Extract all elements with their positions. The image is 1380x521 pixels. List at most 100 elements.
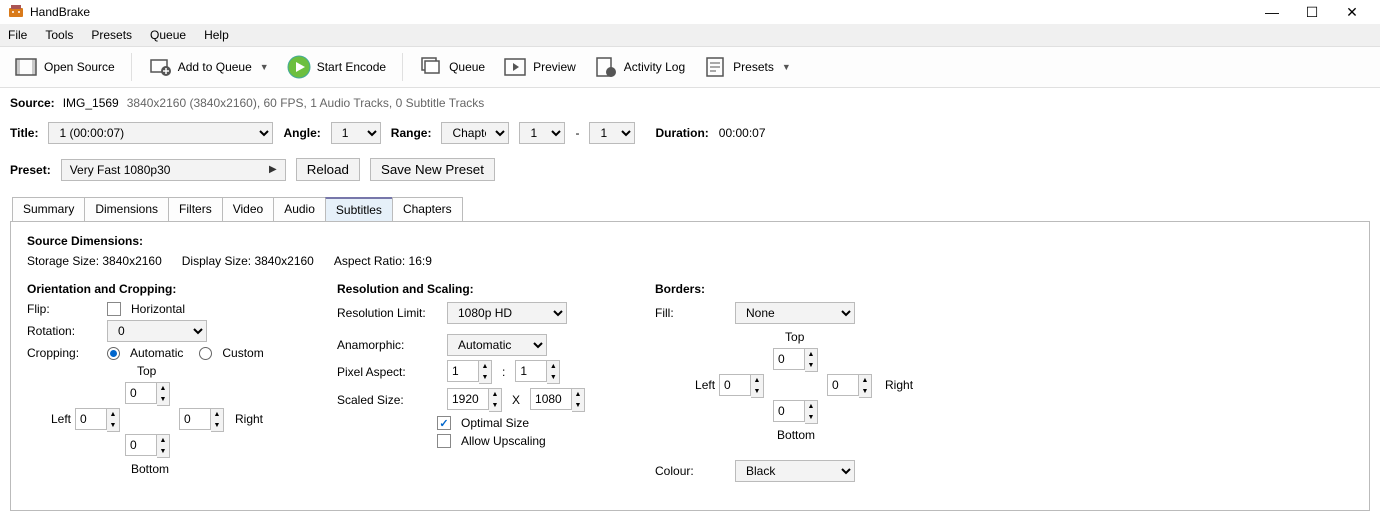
tab-dimensions[interactable]: Dimensions [84, 197, 169, 221]
range-dash: - [575, 126, 579, 140]
tabs: Summary Dimensions Filters Video Audio S… [0, 197, 1380, 221]
close-button[interactable]: ✕ [1342, 4, 1362, 21]
border-bottom-label: Bottom [777, 428, 815, 442]
allow-upscaling-label: Allow Upscaling [461, 434, 546, 448]
anamorphic-label: Anamorphic: [337, 338, 437, 352]
menu-tools[interactable]: Tools [45, 28, 73, 42]
film-icon [14, 55, 38, 79]
chevron-down-icon[interactable]: ▼ [782, 62, 791, 72]
menubar: File Tools Presets Queue Help [0, 24, 1380, 47]
source-info: Source: IMG_1569 3840x2160 (3840x2160), … [0, 88, 1380, 118]
border-bottom-input[interactable]: ▲▼ [773, 400, 818, 424]
range-label: Range: [391, 126, 432, 140]
border-top-input[interactable]: ▲▼ [773, 348, 818, 372]
storage-size: Storage Size: 3840x2160 [27, 254, 162, 268]
preview-icon [503, 55, 527, 79]
log-icon [594, 55, 618, 79]
source-label: Source: [10, 96, 55, 110]
presets-button[interactable]: Presets ▼ [697, 53, 797, 81]
cropping-label: Cropping: [27, 346, 97, 360]
crop-bottom-input[interactable]: ▲▼ [125, 434, 170, 458]
scaled-width-input[interactable]: ▲▼ [447, 388, 502, 412]
menu-file[interactable]: File [8, 28, 27, 42]
minimize-button[interactable]: — [1262, 4, 1282, 21]
menu-queue[interactable]: Queue [150, 28, 186, 42]
preset-label: Preset: [10, 163, 51, 177]
title-label: Title: [10, 126, 38, 140]
cropping-custom-radio[interactable] [199, 347, 212, 360]
pixel-aspect-x-input[interactable]: ▲▼ [447, 360, 492, 384]
add-queue-icon [148, 55, 172, 79]
presets-icon [703, 55, 727, 79]
res-limit-select[interactable]: 1080p HD [447, 302, 567, 324]
border-right-label: Right [885, 378, 913, 392]
menu-presets[interactable]: Presets [91, 28, 132, 42]
angle-select[interactable]: 1 [331, 122, 381, 144]
scaled-size-label: Scaled Size: [337, 393, 437, 407]
add-to-queue-button[interactable]: Add to Queue ▼ [142, 53, 275, 81]
tab-summary[interactable]: Summary [12, 197, 85, 221]
range-type-select[interactable]: Chapters [441, 122, 509, 144]
border-left-input[interactable]: ▲▼ [719, 374, 764, 398]
app-icon [8, 4, 24, 20]
crop-top-input[interactable]: ▲▼ [125, 382, 170, 406]
optimal-size-label: Optimal Size [461, 416, 529, 430]
title-select[interactable]: 1 (00:00:07) [48, 122, 273, 144]
menu-help[interactable]: Help [204, 28, 229, 42]
range-from-select[interactable]: 1 [519, 122, 565, 144]
colour-label: Colour: [655, 464, 725, 478]
display-size: Display Size: 3840x2160 [182, 254, 314, 268]
open-source-button[interactable]: Open Source [8, 53, 121, 81]
cropping-auto-label: Automatic [130, 346, 183, 360]
pixel-aspect-y-input[interactable]: ▲▼ [515, 360, 560, 384]
anamorphic-select[interactable]: Automatic [447, 334, 547, 356]
allow-upscaling-checkbox[interactable] [437, 434, 451, 448]
start-encode-button[interactable]: Start Encode [281, 53, 392, 81]
duration-value: 00:00:07 [719, 126, 766, 140]
titlebar: HandBrake — ☐ ✕ [0, 0, 1380, 24]
queue-icon [419, 55, 443, 79]
crop-left-input[interactable]: ▲▼ [75, 408, 120, 432]
flip-text: Horizontal [131, 302, 185, 316]
cropping-custom-label: Custom [222, 346, 263, 360]
activity-log-button[interactable]: Activity Log [588, 53, 691, 81]
source-details: 3840x2160 (3840x2160), 60 FPS, 1 Audio T… [127, 96, 485, 110]
border-right-input[interactable]: ▲▼ [827, 374, 872, 398]
crop-top-label: Top [137, 364, 156, 378]
rotation-label: Rotation: [27, 324, 97, 338]
border-top-label: Top [785, 330, 804, 344]
flip-label: Flip: [27, 302, 97, 316]
tab-filters[interactable]: Filters [168, 197, 223, 221]
angle-label: Angle: [283, 126, 320, 140]
preview-button[interactable]: Preview [497, 53, 582, 81]
tab-chapters[interactable]: Chapters [392, 197, 463, 221]
tab-content: Source Dimensions: Storage Size: 3840x21… [10, 221, 1370, 511]
save-new-preset-button[interactable]: Save New Preset [370, 158, 495, 181]
tab-audio[interactable]: Audio [273, 197, 326, 221]
queue-button[interactable]: Queue [413, 53, 491, 81]
cropping-auto-radio[interactable] [107, 347, 120, 360]
colour-select[interactable]: Black [735, 460, 855, 482]
crop-right-input[interactable]: ▲▼ [179, 408, 224, 432]
tab-video[interactable]: Video [222, 197, 274, 221]
flip-checkbox[interactable] [107, 302, 121, 316]
scaled-height-input[interactable]: ▲▼ [530, 388, 585, 412]
crop-left-label: Left [51, 412, 71, 426]
optimal-size-checkbox[interactable] [437, 416, 451, 430]
fill-select[interactable]: None [735, 302, 855, 324]
rotation-select[interactable]: 0 [107, 320, 207, 342]
preset-select[interactable]: Very Fast 1080p30 ▶ [61, 159, 286, 181]
border-left-label: Left [695, 378, 715, 392]
tab-subtitles[interactable]: Subtitles [325, 197, 393, 221]
reload-button[interactable]: Reload [296, 158, 360, 181]
range-to-select[interactable]: 1 [589, 122, 635, 144]
maximize-button[interactable]: ☐ [1302, 4, 1322, 21]
source-name: IMG_1569 [63, 96, 119, 110]
res-limit-label: Resolution Limit: [337, 306, 437, 320]
pixel-aspect-label: Pixel Aspect: [337, 365, 437, 379]
crop-bottom-label: Bottom [131, 462, 169, 476]
chevron-down-icon[interactable]: ▼ [260, 62, 269, 72]
caret-right-icon: ▶ [269, 164, 277, 175]
orientation-header: Orientation and Cropping: [27, 282, 267, 296]
fill-label: Fill: [655, 306, 725, 320]
